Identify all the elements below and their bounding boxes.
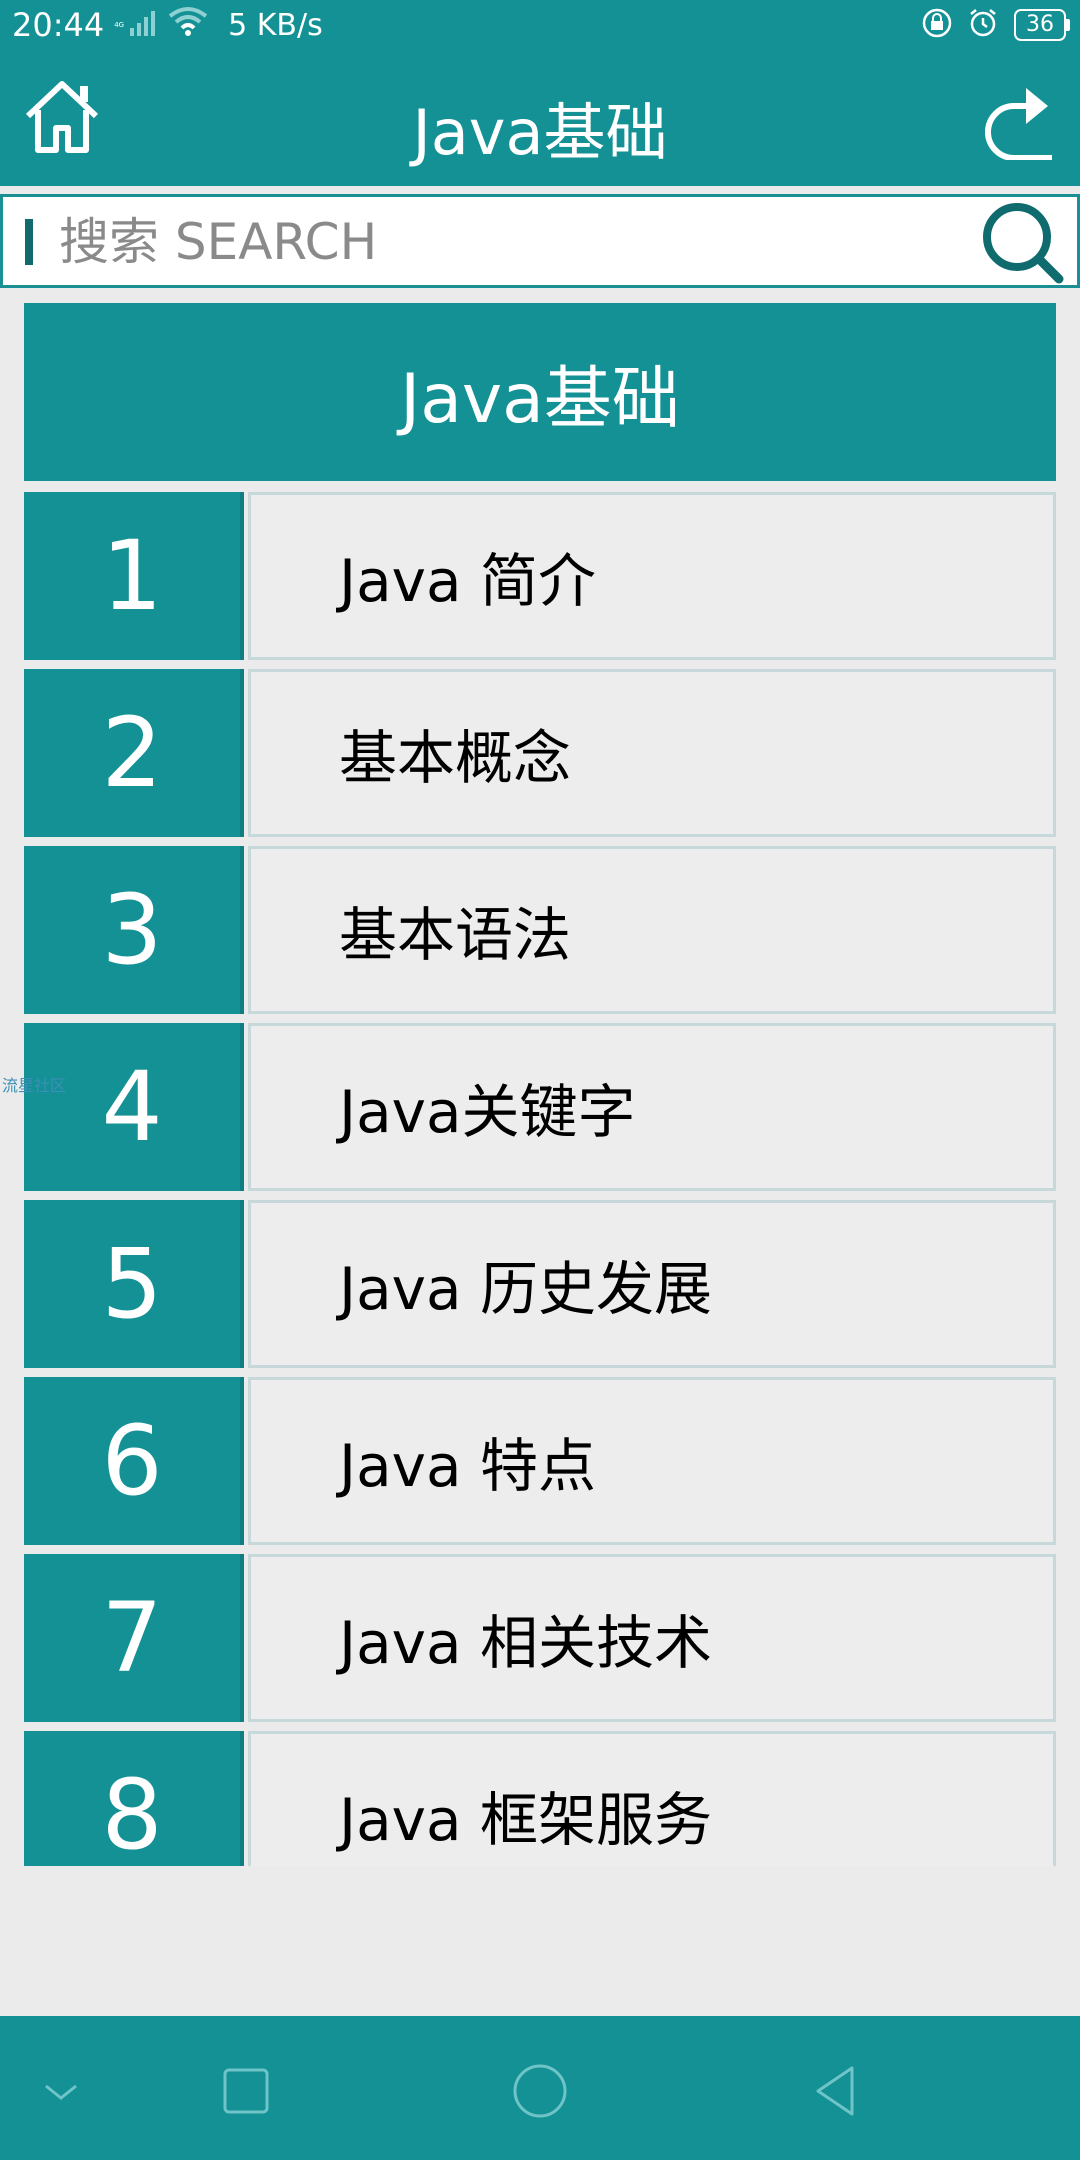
watermark: 流星社区 <box>2 1076 67 1095</box>
network-type: 4G <box>114 20 125 29</box>
search-input[interactable] <box>57 207 941 277</box>
topic-list: 1 Java 简介 2 基本概念 3 基本语法 4 Java关键字 5 Java… <box>24 492 1056 1866</box>
list-item-label: Java 特点 <box>248 1377 1056 1545</box>
status-right: 36 <box>922 8 1070 42</box>
list-item-label: Java 框架服务 <box>248 1731 1056 1866</box>
list-item-number: 8 <box>24 1731 244 1866</box>
search-caret <box>25 219 33 265</box>
list-item-label: Java 历史发展 <box>248 1200 1056 1368</box>
list-item-number: 2 <box>24 669 244 837</box>
list-item[interactable]: 7 Java 相关技术 <box>24 1554 1056 1722</box>
network-speed: 5 KB/s <box>228 7 323 43</box>
recents-button[interactable] <box>211 2056 281 2126</box>
refresh-icon <box>985 88 1052 161</box>
list-item-number: 5 <box>24 1200 244 1368</box>
list-item-label: 基本语法 <box>248 846 1056 1014</box>
search-bar <box>0 194 1080 288</box>
list-item[interactable]: 1 Java 简介 <box>24 492 1056 660</box>
page-title: Java基础 <box>412 96 668 169</box>
status-bar: 20:44 4G 5 KB/s 36 <box>0 0 1080 52</box>
status-time: 20:44 <box>12 6 105 44</box>
battery-icon: 36 <box>1014 9 1070 41</box>
list-item-number: 6 <box>24 1377 244 1545</box>
collapse-nav-button[interactable] <box>26 2056 96 2126</box>
list-item-number: 4 <box>24 1023 244 1191</box>
list-item[interactable]: 6 Java 特点 <box>24 1377 1056 1545</box>
list-item-label: Java 简介 <box>248 492 1056 660</box>
list-item[interactable]: 8 Java 框架服务 <box>24 1731 1056 1866</box>
home-nav-button[interactable] <box>505 2056 575 2126</box>
recents-icon <box>223 2068 269 2114</box>
alarm-icon <box>968 8 998 42</box>
list-item-label: Java 相关技术 <box>248 1554 1056 1722</box>
chevron-down-icon <box>45 2084 77 2100</box>
list-item-number: 3 <box>24 846 244 1014</box>
search-icon <box>983 203 1064 284</box>
refresh-button[interactable] <box>974 80 1058 161</box>
back-nav-button[interactable] <box>800 2056 870 2126</box>
section-header: Java基础 <box>24 303 1056 481</box>
system-nav-bar <box>0 2016 1080 2160</box>
list-item-number: 7 <box>24 1554 244 1722</box>
list-item[interactable]: 5 Java 历史发展 <box>24 1200 1056 1368</box>
list-item[interactable]: 4 Java关键字 <box>24 1023 1056 1191</box>
app-bar: Java基础 <box>0 52 1080 186</box>
home-circle-icon <box>513 2064 567 2118</box>
list-item[interactable]: 3 基本语法 <box>24 846 1056 1014</box>
back-icon <box>816 2066 854 2116</box>
wifi-icon <box>168 6 208 44</box>
signal-icon <box>128 6 158 44</box>
search-button[interactable] <box>977 197 1065 285</box>
list-item[interactable]: 2 基本概念 <box>24 669 1056 837</box>
list-item-label: Java关键字 <box>248 1023 1056 1191</box>
list-item-number: 1 <box>24 492 244 660</box>
list-item-label: 基本概念 <box>248 669 1056 837</box>
lock-icon <box>922 8 952 42</box>
status-left: 20:44 4G 5 KB/s <box>12 6 323 44</box>
